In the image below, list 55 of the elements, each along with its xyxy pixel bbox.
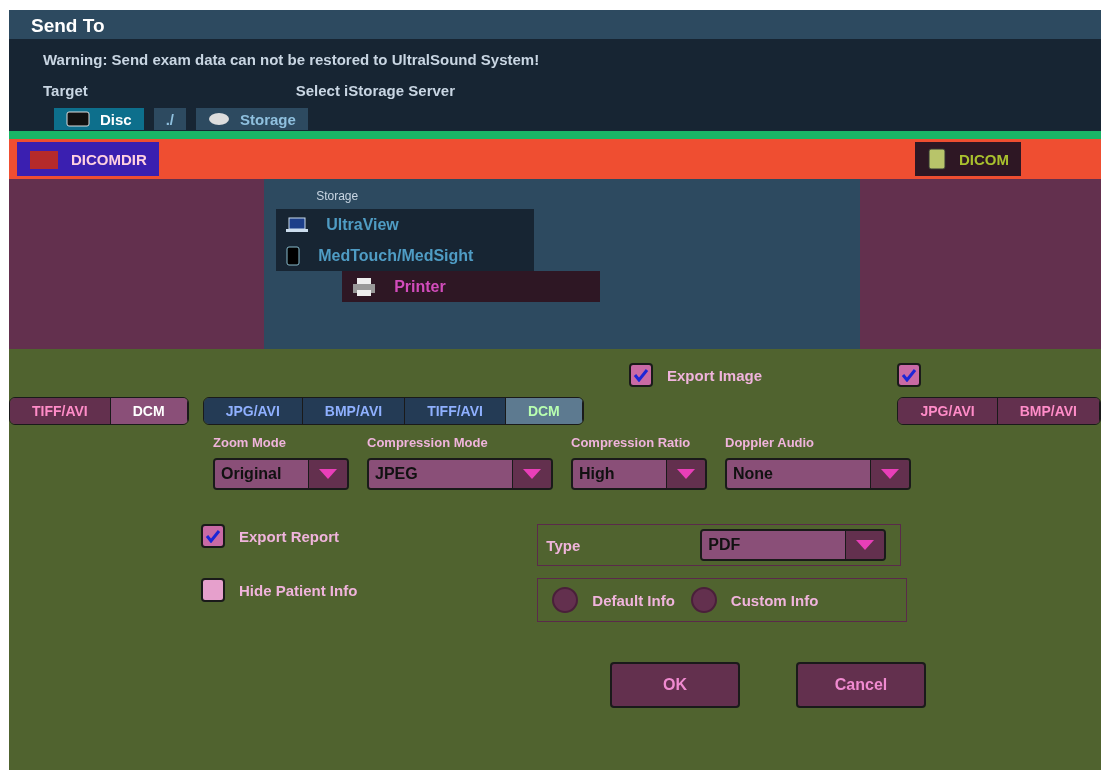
checkbox[interactable]	[201, 578, 225, 602]
checkmark-icon	[205, 529, 221, 543]
format-tab[interactable]: DCM	[505, 398, 583, 424]
checkbox-label: Export Image	[667, 366, 763, 384]
checkmark-icon	[633, 368, 649, 382]
dropdown-field[interactable]: High	[571, 458, 707, 490]
caret-icon	[856, 540, 875, 550]
checkbox-label: Hide Patient Info	[239, 581, 358, 599]
radio-button[interactable]	[690, 587, 717, 613]
menu-item[interactable]: Printer	[342, 271, 601, 302]
printer-icon	[352, 276, 377, 297]
tablet-icon	[286, 245, 301, 266]
format-tab[interactable]: JPG/AVI	[203, 398, 303, 424]
field-label: Compression Mode	[367, 435, 489, 450]
caret-icon	[319, 469, 337, 479]
format-tab[interactable]: BMP/AVI	[997, 398, 1100, 424]
dropdown-field[interactable]: None	[725, 458, 911, 490]
target-item[interactable]: Storage	[196, 108, 308, 130]
dropdown-field[interactable]: Original	[213, 458, 349, 490]
radio-button[interactable]	[552, 587, 579, 613]
warning-text: Warning: Send exam data can not be restored to UltralSound System!	[43, 51, 541, 68]
type-dropdown[interactable]: PDF	[700, 529, 887, 561]
format-tab[interactable]: DCM	[110, 398, 188, 424]
target-item[interactable]: DICOM	[915, 142, 1021, 176]
field-label: Zoom Mode	[213, 435, 287, 450]
checkbox[interactable]	[629, 363, 653, 387]
field-label: Doppler Audio	[725, 435, 816, 450]
caret-icon	[881, 469, 899, 479]
target-item[interactable]: DICOMDIR	[17, 142, 159, 176]
radio-label: Custom Info	[730, 591, 819, 609]
format-tab[interactable]: TIFF/AVI	[10, 398, 111, 424]
dropdown-field[interactable]: JPEG	[367, 458, 553, 490]
checkbox[interactable]	[201, 524, 225, 548]
ok-button[interactable]: OK	[610, 662, 740, 708]
target-item[interactable]: Disc	[54, 108, 144, 130]
type-label: Type	[546, 536, 581, 554]
caret-icon	[677, 469, 695, 479]
radio-label: Default Info	[592, 591, 675, 609]
caret-icon	[523, 469, 541, 479]
cancel-button[interactable]: Cancel	[796, 662, 926, 708]
laptop-icon	[286, 216, 309, 233]
menu-item[interactable]: UltraView	[276, 209, 535, 240]
format-tab[interactable]: BMP/AVI	[302, 398, 406, 424]
checkbox-label: Export Report	[239, 527, 339, 545]
format-tab[interactable]: TIFF/AVI	[405, 398, 506, 424]
target-label: Target	[43, 82, 88, 99]
menu-item[interactable]: MedTouch/MedSight	[276, 240, 535, 271]
server-label: Select iStorage Server	[295, 82, 455, 99]
window-title: Send To	[9, 10, 1101, 39]
field-label: Compression Ratio	[571, 435, 692, 450]
menu-header: Storage	[315, 189, 360, 205]
checkbox[interactable]	[897, 363, 921, 387]
target-item[interactable]: ./	[153, 108, 187, 130]
format-tab[interactable]: JPG/AVI	[898, 398, 998, 424]
checkmark-icon	[901, 368, 917, 382]
